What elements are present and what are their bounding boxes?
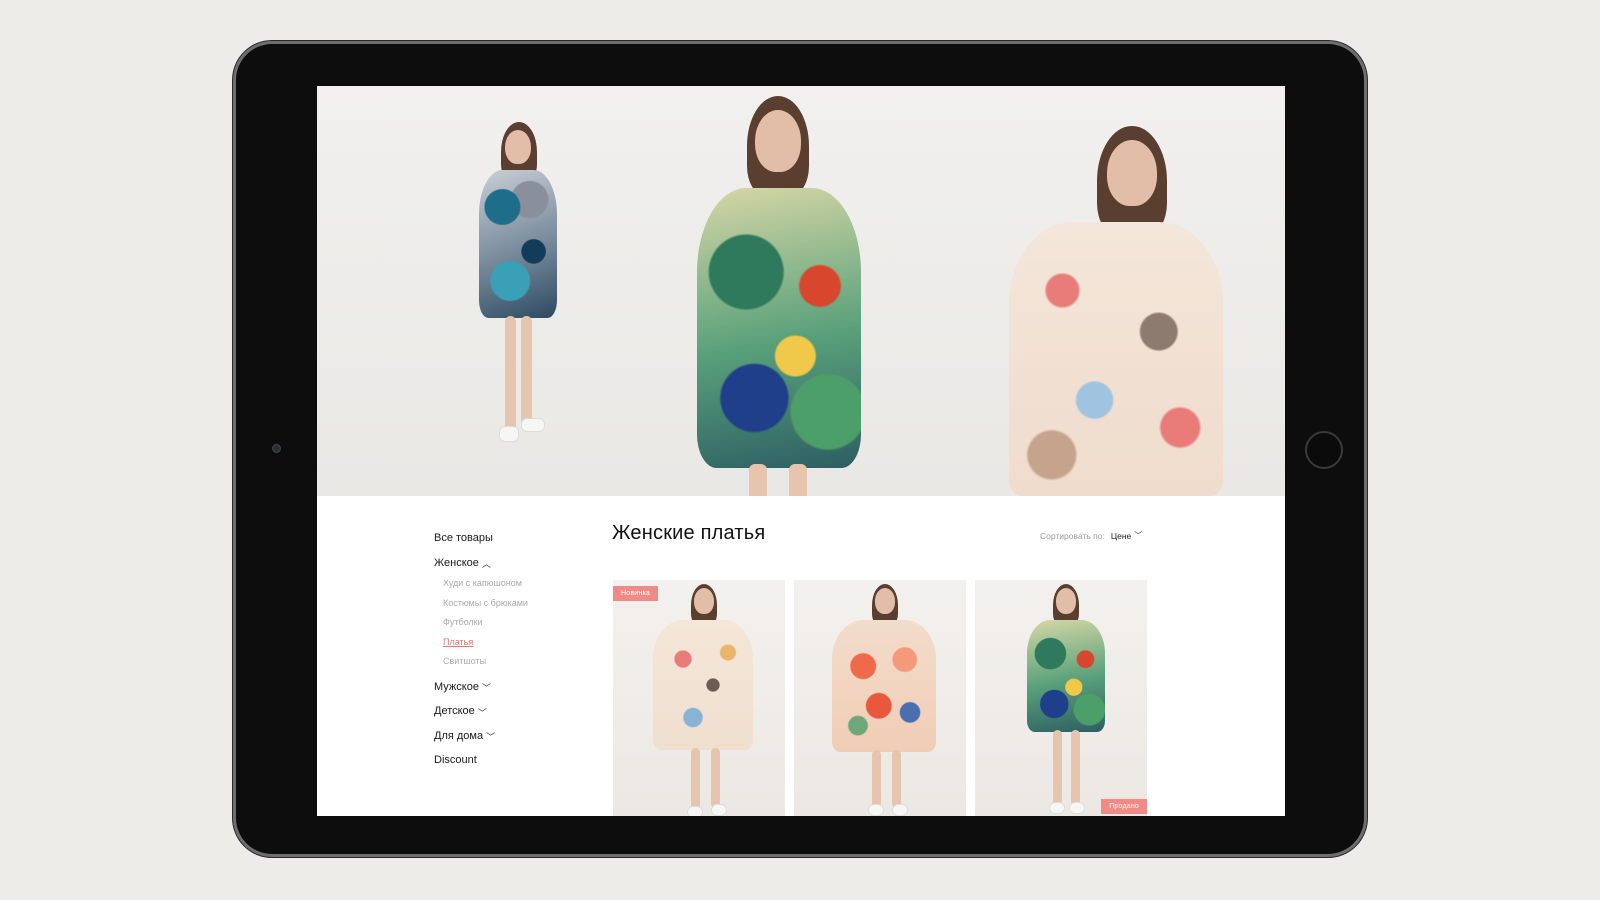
nav-all-items[interactable]: Все товары [434,526,604,551]
subnav-sweatshirts[interactable]: Свитшоты [443,652,604,672]
page-title: Женские платья [612,522,766,544]
sort-value: Цене [1110,530,1132,541]
nav-discount[interactable]: Discount [434,748,604,773]
nav-men[interactable]: Мужское ﹀ [434,675,604,700]
sort-label: Сортировать по: [1040,530,1105,541]
subnav-tshirts[interactable]: Футболки [443,613,604,633]
chevron-down-icon: ﹀ [481,683,491,694]
sold-badge: Продано [1101,799,1147,814]
product-image [816,584,946,816]
product-card[interactable]: Новинка [613,580,785,816]
product-image [635,584,765,816]
tablet-device: Все товары Женское ︿ Худи с капюшоном Ко… [236,44,1364,854]
women-subcategories: Худи с капюшоном Костюмы с брюками Футбо… [443,574,604,672]
home-button[interactable] [1305,431,1343,469]
product-grid: Новинка Продано [613,580,1147,816]
product-image [997,584,1127,816]
hero-model-center [687,96,867,496]
product-card[interactable]: Продано [975,580,1147,816]
hero-model-left [467,122,567,462]
category-sidebar: Все товары Женское ︿ Худи с капюшоном Ко… [434,526,604,773]
hero-model-right [957,126,1227,496]
subnav-dresses[interactable]: Платья [443,633,604,653]
subnav-suits[interactable]: Костюмы с брюками [443,594,604,614]
nav-women[interactable]: Женское ︿ [434,551,604,576]
hero-banner [317,86,1285,496]
nav-kids[interactable]: Детское ﹀ [434,699,604,724]
subnav-hoodies[interactable]: Худи с капюшоном [443,574,604,594]
new-badge: Новинка [613,586,658,601]
chevron-down-icon: ﹀ [486,732,496,743]
chevron-down-icon: ﹀ [477,707,487,718]
product-card[interactable] [794,580,966,816]
screen: Все товары Женское ︿ Худи с капюшоном Ко… [317,86,1285,816]
chevron-down-icon: ﹀ [1134,531,1143,540]
sort-dropdown[interactable]: Цене ﹀ [1111,530,1142,541]
nav-home[interactable]: Для дома ﹀ [434,724,604,749]
sort-control: Сортировать по: Цене ﹀ [1040,530,1142,541]
chevron-up-icon: ︿ [481,559,491,570]
front-camera [272,444,281,453]
